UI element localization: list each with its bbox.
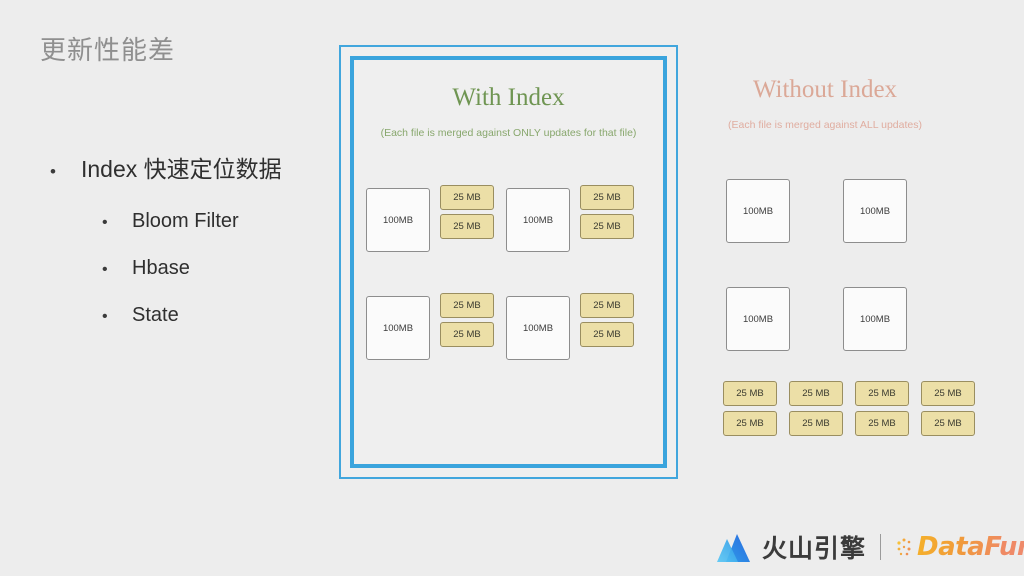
file-box-100mb: 100MB: [506, 296, 570, 360]
update-box-25mb: 25 MB: [855, 411, 909, 436]
without-index-heading: Without Index: [752, 76, 898, 103]
volcano-mountain-icon: [717, 534, 750, 562]
bullet-marker-icon: •: [50, 162, 56, 181]
update-box-25mb: 25 MB: [723, 411, 777, 436]
update-box-25mb: 25 MB: [789, 381, 843, 406]
with-index-panel: With Index (Each file is merged against …: [339, 45, 678, 479]
file-box-100mb: 100MB: [726, 287, 790, 351]
update-box-25mb: 25 MB: [921, 381, 975, 406]
without-index-subtitle: (Each file is merged against ALL updates…: [728, 119, 922, 131]
list-item-label: Bloom Filter: [132, 210, 239, 232]
list-item: • Bloom Filter: [40, 210, 340, 233]
list-item-label: Index 快速定位数据: [81, 156, 282, 182]
list-item: • Hbase: [40, 257, 340, 280]
update-box-25mb: 25 MB: [580, 214, 634, 239]
update-box-25mb: 25 MB: [921, 411, 975, 436]
datafun-label: DataFun.: [917, 532, 1024, 562]
list-item-label: State: [132, 304, 179, 326]
datafun-dots-icon: [897, 538, 911, 556]
file-box-100mb: 100MB: [843, 179, 907, 243]
update-box-25mb: 25 MB: [789, 411, 843, 436]
list-item: • Index 快速定位数据: [40, 150, 340, 184]
bullet-list: • Index 快速定位数据 • Bloom Filter • Hbase • …: [40, 150, 340, 351]
update-box-25mb: 25 MB: [723, 381, 777, 406]
footer-divider: [880, 534, 882, 560]
update-box-25mb: 25 MB: [440, 293, 494, 318]
page-title: 更新性能差: [40, 35, 176, 65]
list-item: • State: [40, 304, 340, 327]
update-box-25mb: 25 MB: [440, 322, 494, 347]
bullet-marker-icon: •: [102, 214, 108, 231]
update-box-25mb: 25 MB: [580, 293, 634, 318]
file-box-100mb: 100MB: [366, 188, 430, 252]
bullet-marker-icon: •: [102, 261, 108, 278]
update-box-25mb: 25 MB: [580, 185, 634, 210]
update-box-25mb: 25 MB: [440, 185, 494, 210]
list-item-label: Hbase: [132, 257, 190, 279]
with-index-inner-frame: With Index (Each file is merged against …: [350, 56, 667, 468]
volcano-engine-label: 火山引擎: [762, 535, 867, 563]
file-box-100mb: 100MB: [843, 287, 907, 351]
file-box-100mb: 100MB: [506, 188, 570, 252]
with-index-subtitle: (Each file is merged against ONLY update…: [380, 127, 637, 139]
with-index-heading: With Index: [452, 84, 565, 111]
update-box-25mb: 25 MB: [855, 381, 909, 406]
footer-branding: 火山引擎 DataFun.: [716, 524, 1024, 570]
bullet-marker-icon: •: [102, 308, 108, 325]
file-box-100mb: 100MB: [726, 179, 790, 243]
update-box-25mb: 25 MB: [440, 214, 494, 239]
update-box-25mb: 25 MB: [580, 322, 634, 347]
file-box-100mb: 100MB: [366, 296, 430, 360]
